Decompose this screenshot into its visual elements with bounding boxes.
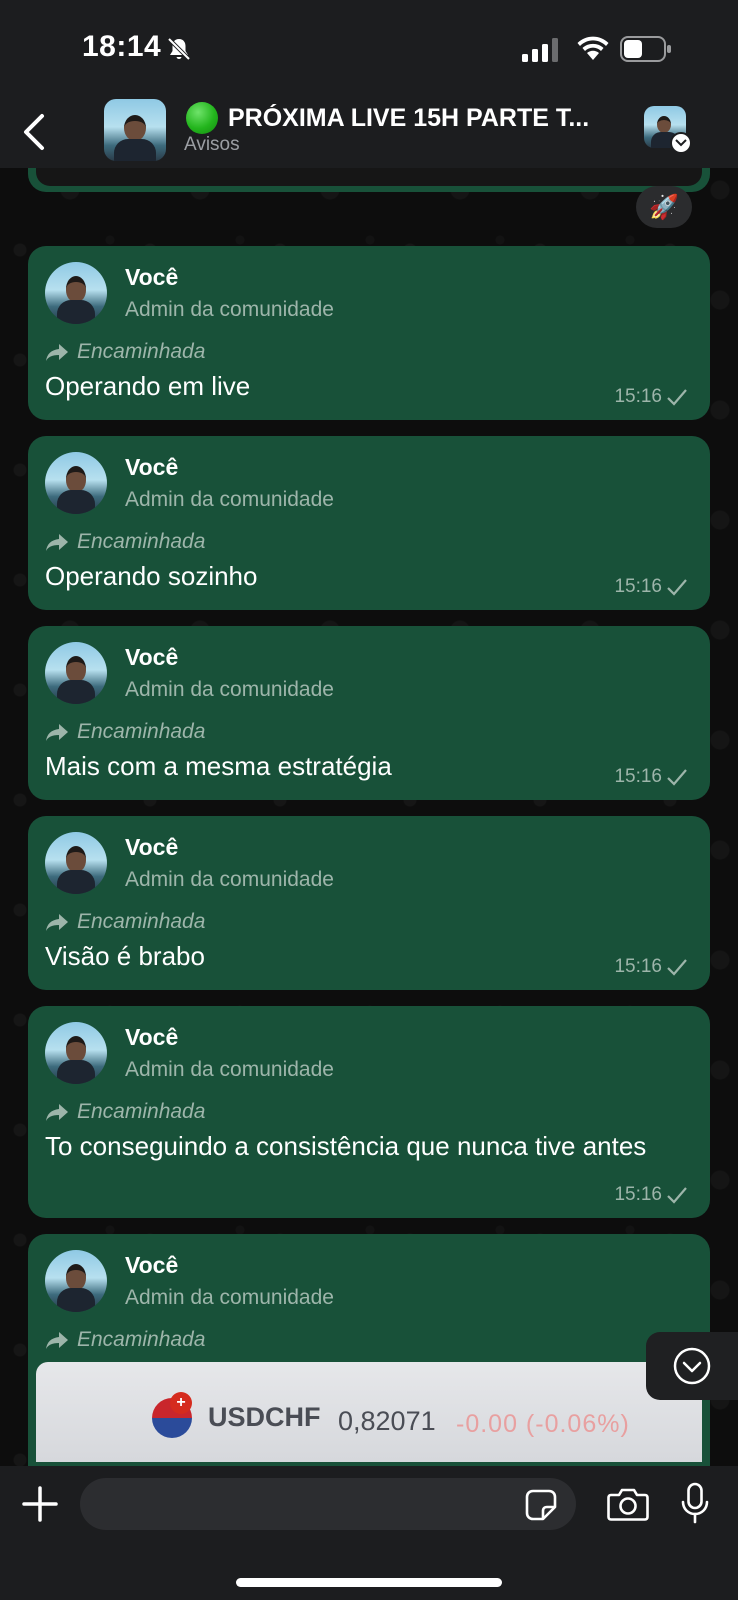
- sender-name[interactable]: Você: [125, 834, 178, 861]
- message-time: 15:16: [614, 766, 662, 787]
- forwarded-label: Encaminhada: [77, 910, 206, 933]
- message-input[interactable]: [80, 1478, 576, 1530]
- sender-avatar[interactable]: [45, 452, 107, 514]
- sender-role: Admin da comunidade: [125, 298, 334, 321]
- sender-avatar[interactable]: [45, 642, 107, 704]
- wifi-icon: [577, 36, 609, 60]
- message-meta: 15:16: [614, 956, 688, 978]
- chevron-down-badge-icon: [670, 132, 692, 154]
- community-avatar[interactable]: [644, 106, 692, 154]
- check-icon: [667, 389, 687, 406]
- chat-title-text: PRÓXIMA LIVE 15H PARTE T...: [228, 103, 590, 132]
- swiss-flag-icon: +: [170, 1392, 192, 1414]
- ticker-symbol: USDCHF: [208, 1402, 321, 1432]
- forward-arrow-icon: [46, 534, 68, 551]
- camera-icon[interactable]: [607, 1486, 649, 1522]
- forwarded-indicator: Encaminhada: [45, 1100, 205, 1124]
- forward-arrow-icon: [46, 1332, 68, 1349]
- sender-avatar[interactable]: [45, 832, 107, 894]
- message-bubble[interactable]: Você Admin da comunidade Encaminhada Vis…: [28, 816, 710, 990]
- message-time: 15:16: [614, 956, 662, 977]
- sender-avatar[interactable]: [45, 262, 107, 324]
- sender-avatar[interactable]: [45, 1250, 107, 1312]
- sender-role: Admin da comunidade: [125, 1286, 334, 1309]
- sender-avatar[interactable]: [45, 1022, 107, 1084]
- chat-subtitle: Avisos: [184, 134, 240, 155]
- battery-icon: [620, 36, 671, 62]
- sender-name[interactable]: Você: [125, 1252, 178, 1279]
- message-bubble[interactable]: Você Admin da comunidade Encaminhada Ope…: [28, 246, 710, 420]
- sender-name[interactable]: Você: [125, 644, 178, 671]
- ticker-price: 0,82071: [338, 1406, 436, 1436]
- back-chevron-icon[interactable]: [18, 110, 50, 154]
- check-icon: [667, 959, 687, 976]
- scroll-to-bottom-button[interactable]: [646, 1332, 738, 1400]
- forwarded-label: Encaminhada: [77, 1100, 206, 1123]
- forward-arrow-icon: [46, 1104, 68, 1121]
- forwarded-label: Encaminhada: [77, 340, 206, 363]
- forwarded-indicator: Encaminhada: [45, 340, 205, 364]
- signal-icon: [522, 38, 558, 62]
- check-icon: [667, 769, 687, 786]
- sender-name[interactable]: Você: [125, 264, 178, 291]
- forward-arrow-icon: [46, 724, 68, 741]
- message-text: Mais com a mesma estratégia: [45, 751, 392, 781]
- message-meta: 15:16: [614, 576, 688, 598]
- forwarded-label: Encaminhada: [77, 720, 206, 743]
- sender-name[interactable]: Você: [125, 454, 178, 481]
- sender-name[interactable]: Você: [125, 1024, 178, 1051]
- check-icon: [667, 1187, 687, 1204]
- forward-arrow-icon: [46, 914, 68, 931]
- sender-role: Admin da comunidade: [125, 1058, 334, 1081]
- sender-role: Admin da comunidade: [125, 678, 334, 701]
- message-time: 15:16: [614, 1184, 662, 1205]
- forwarded-indicator: Encaminhada: [45, 530, 205, 554]
- message-meta: 15:16: [614, 766, 688, 788]
- plus-icon[interactable]: [22, 1486, 58, 1522]
- forwarded-label: Encaminhada: [77, 530, 206, 553]
- message-text: Visão é brabo: [45, 941, 205, 971]
- sender-role: Admin da comunidade: [125, 488, 334, 511]
- forwarded-indicator: Encaminhada: [45, 1328, 205, 1352]
- check-icon: [667, 579, 687, 596]
- message-meta: 15:16: [614, 386, 688, 408]
- message-bubble[interactable]: Você Admin da comunidade Encaminhada Ope…: [28, 436, 710, 610]
- message-text: To conseguindo a consistência que nunca …: [45, 1131, 647, 1161]
- message-meta: 15:16: [614, 1184, 688, 1206]
- forwarded-label: Encaminhada: [77, 1328, 206, 1351]
- message-bubble[interactable]: Você Admin da comunidade Encaminhada Mai…: [28, 626, 710, 800]
- reaction-badge[interactable]: 🚀: [636, 186, 692, 228]
- input-bar: [0, 1466, 738, 1600]
- sender-role: Admin da comunidade: [125, 868, 334, 891]
- bell-off-icon: [167, 37, 191, 61]
- ticker-change: -0.00 (-0.06%): [456, 1410, 630, 1438]
- forward-arrow-icon: [46, 344, 68, 361]
- green-circle-icon: [186, 102, 218, 134]
- message-time: 15:16: [614, 386, 662, 407]
- top-bar: 18:14 PRÓXIMA LIVE 15H PARTE T... Avisos: [0, 0, 738, 168]
- chevron-down-circle-icon: [673, 1347, 711, 1385]
- forwarded-indicator: Encaminhada: [45, 910, 205, 934]
- group-avatar[interactable]: [104, 99, 166, 161]
- status-time: 18:14: [82, 30, 162, 63]
- sticker-icon[interactable]: [524, 1488, 558, 1522]
- message-text: Operando em live: [45, 371, 251, 401]
- media-preview[interactable]: + USDCHF 0,82071 -0.00 (-0.06%): [36, 1362, 702, 1462]
- message-text: Operando sozinho: [45, 561, 258, 591]
- message-time: 15:16: [614, 576, 662, 597]
- chat-title[interactable]: PRÓXIMA LIVE 15H PARTE T...: [186, 100, 626, 136]
- home-indicator[interactable]: [236, 1578, 502, 1587]
- message-bubble[interactable]: Você Admin da comunidade Encaminhada To …: [28, 1006, 710, 1218]
- microphone-icon[interactable]: [680, 1482, 710, 1524]
- forwarded-indicator: Encaminhada: [45, 720, 205, 744]
